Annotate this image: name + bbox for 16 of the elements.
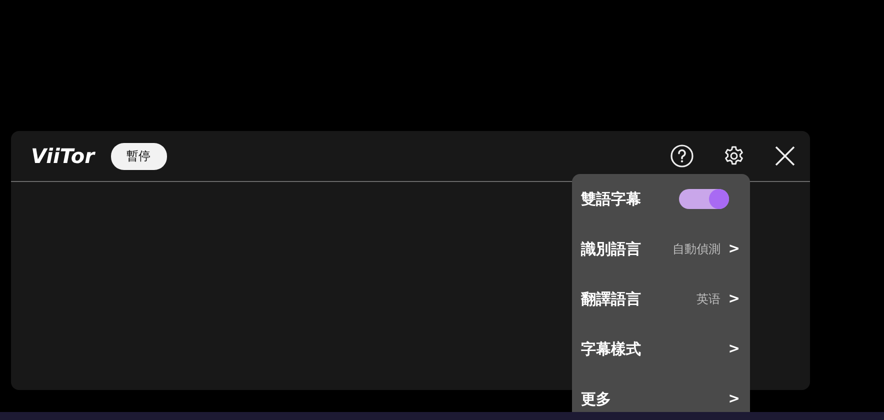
chevron-icon[interactable]: > (728, 291, 740, 307)
menu-item-label[interactable]: 更多 (581, 390, 611, 408)
close-icon[interactable] (774, 145, 796, 167)
menu-item-value: 自動偵測 (672, 240, 720, 258)
menu-item-label[interactable]: 字幕樣式 (581, 340, 641, 358)
toggle-switch[interactable] (679, 189, 729, 209)
help-icon[interactable] (670, 144, 694, 168)
menu-item-label[interactable]: 雙語字幕 (581, 190, 641, 208)
menu-item-label[interactable]: 翻譯語言 (581, 290, 641, 308)
chevron-icon[interactable]: > (728, 241, 740, 257)
chevron-icon[interactable]: > (728, 341, 740, 357)
menu-item-value: 英语 (696, 290, 720, 308)
menu-item-label[interactable]: 識別語言 (581, 240, 641, 258)
pause-button[interactable]: 暫停 (110, 142, 167, 170)
chevron-icon[interactable]: > (728, 391, 740, 407)
logo: ViiTor (31, 144, 95, 168)
